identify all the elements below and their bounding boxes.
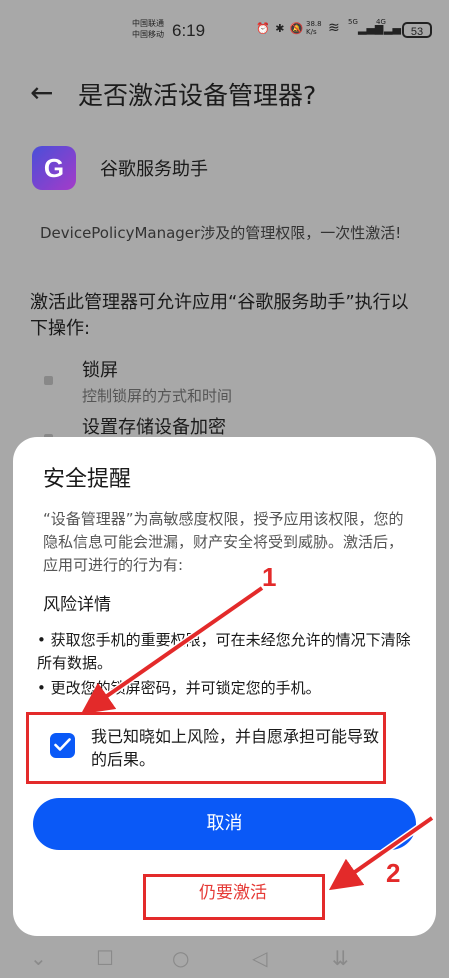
- arrow-2-icon: [328, 816, 434, 891]
- navigation-bar: ⌄ ☐ ○ ◁ ⇊: [0, 938, 449, 978]
- recents-icon[interactable]: ☐: [96, 946, 114, 970]
- annotation-arrows: [80, 585, 435, 891]
- notification-shade-icon[interactable]: ⇊: [332, 946, 349, 970]
- arrow-1-icon: [80, 586, 264, 715]
- chevron-down-icon[interactable]: ⌄: [30, 946, 47, 970]
- back-icon[interactable]: ◁: [252, 946, 267, 970]
- home-icon[interactable]: ○: [172, 946, 189, 970]
